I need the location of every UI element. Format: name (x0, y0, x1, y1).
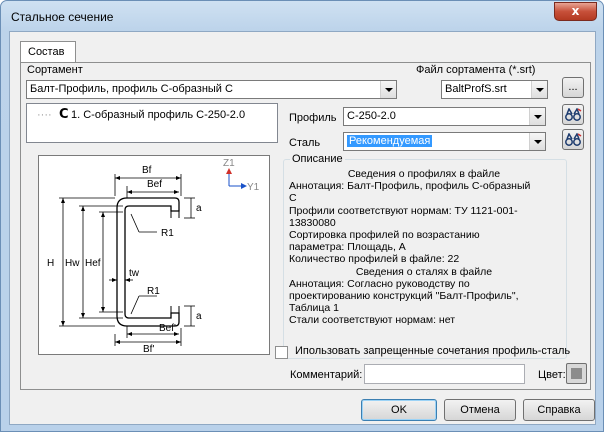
window-title: Стальное сечение (11, 10, 114, 24)
c-profile-icon: C (59, 107, 69, 122)
profile-select[interactable]: С-250-2.0 (343, 107, 546, 126)
comment-input[interactable] (364, 364, 525, 384)
dim-bef: Bef (147, 179, 162, 190)
dim-r1-top: R1 (161, 228, 174, 239)
section-drawing: Z1 Y1 Bf Bef a R1 tw H Hw Hef R1 a Bef' … (38, 155, 270, 355)
description-line: Сведения о профилях в файле (347, 168, 501, 180)
ok-button[interactable]: OK (361, 399, 437, 421)
description-label: Описание (290, 153, 345, 165)
tab-sostav[interactable]: Состав (20, 41, 76, 63)
profile-value: С-250-2.0 (347, 110, 396, 122)
steel-select[interactable]: Рекомендуемая (343, 132, 546, 151)
description-line: Количество профилей в файле: 22 (289, 253, 460, 266)
description-line: Сведения о сталях в файле (355, 265, 493, 278)
sortament-file-select[interactable]: BaltProfS.srt (441, 80, 548, 99)
dim-bf: Bf (142, 165, 152, 176)
chevron-down-icon[interactable] (531, 81, 547, 98)
dim-h: H (47, 258, 54, 269)
dim-r1-bottom: R1 (147, 286, 160, 297)
dim-hef: Hef (85, 258, 101, 269)
sortament-file-label: Файл сортамента (*.srt) (416, 64, 536, 76)
tree-item[interactable]: 1. С-образный профиль С-250-2.0 (71, 109, 245, 121)
dim-bef-prime: Bef' (159, 323, 176, 334)
color-picker-button[interactable] (566, 363, 587, 384)
steel-label: Сталь (289, 137, 321, 149)
comment-label: Комментарий: (290, 369, 363, 381)
description-line: Стали соответствуют нормам: нет (289, 314, 456, 327)
close-button[interactable]: x (554, 2, 597, 21)
description-line: параметра: Площадь, А (289, 241, 406, 254)
forbidden-combos-checkbox[interactable] (275, 346, 288, 359)
chevron-down-icon[interactable] (529, 133, 545, 150)
c-section-diagram: Z1 Y1 Bf Bef a R1 tw H Hw Hef R1 a Bef' … (47, 158, 260, 355)
dim-hw: Hw (65, 258, 80, 269)
description-line: 13830080 (289, 216, 336, 229)
dim-a-bottom: a (196, 311, 202, 322)
dialog-window: Стальное сечение x Состав Сортамент Файл… (0, 0, 604, 432)
color-label: Цвет: (538, 369, 566, 381)
description-group: Описание Сведения о профилях в файле Анно… (283, 153, 567, 359)
description-line: Таблица 1 (289, 302, 339, 315)
view-steel-button[interactable] (562, 129, 584, 150)
axis-y1: Y1 (247, 182, 260, 193)
sortament-label: Сортамент (27, 64, 83, 76)
tab-label: Состав (28, 46, 65, 58)
dim-bf-prime: Bf' (143, 344, 154, 354)
cancel-button[interactable]: Отмена (444, 399, 516, 421)
description-line: Аннотация: Балт-Профиль, профиль С-образ… (289, 180, 531, 193)
chevron-down-icon[interactable] (380, 81, 396, 98)
help-button[interactable]: Справка (523, 399, 595, 421)
title-bar[interactable]: Стальное сечение x (1, 1, 603, 31)
description-line: Аннотация: Согласно руководству по (289, 277, 470, 290)
dialog-client-area: Состав Сортамент Файл сортамента (*.srt)… (9, 31, 596, 425)
description-line: проектированию конструкций "Балт-Профиль… (289, 290, 519, 303)
description-line: Профили соответствуют нормам: ТУ 1121-00… (289, 204, 518, 217)
sortament-file-value: BaltProfS.srt (445, 83, 507, 95)
description-text: Сведения о профилях в файле Аннотация: Ба… (289, 168, 559, 327)
dim-a-top: a (196, 203, 202, 214)
tab-panel: Сортамент Файл сортамента (*.srt) Балт-П… (20, 62, 591, 390)
description-line: Сортировка профилей по возрастанию (289, 229, 480, 242)
binoculars-icon (565, 107, 582, 121)
profile-label: Профиль (289, 112, 337, 124)
browse-file-button[interactable]: ... (562, 77, 584, 98)
view-profile-button[interactable] (562, 104, 584, 125)
profile-tree[interactable]: ···· C 1. С-образный профиль С-250-2.0 (26, 103, 278, 143)
chevron-down-icon[interactable] (529, 108, 545, 125)
description-line: С (289, 192, 297, 205)
sortament-select[interactable]: Балт-Профиль, профиль С-образный С (26, 80, 397, 99)
tree-connector: ···· (37, 109, 52, 121)
binoculars-icon (565, 132, 582, 146)
axis-z1: Z1 (223, 158, 235, 169)
steel-value: Рекомендуемая (347, 135, 433, 147)
forbidden-combos-label: Ипользовать запрещенные сочетания профил… (295, 345, 571, 357)
dim-tw: tw (129, 268, 140, 279)
sortament-value: Балт-Профиль, профиль С-образный С (30, 83, 233, 95)
